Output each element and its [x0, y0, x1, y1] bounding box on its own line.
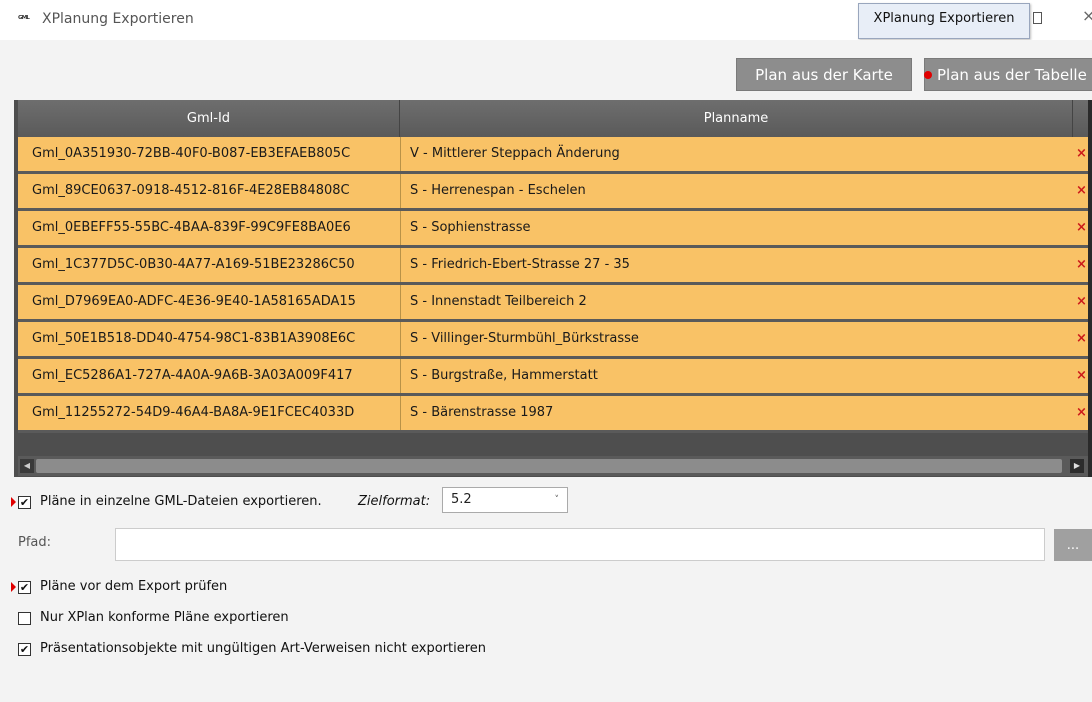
remove-row-icon[interactable]: ×: [1076, 174, 1090, 208]
table-row[interactable]: Gml_D7969EA0-ADFC-4E36-9E40-1A58165ADA15…: [18, 285, 1088, 322]
planname-cell: S - Bärenstrasse 1987: [410, 405, 554, 420]
planname-cell: S - Herrenespan - Eschelen: [410, 183, 586, 198]
export-single-files-label: Pläne in einzelne GML-Dateien exportiere…: [40, 494, 322, 509]
close-icon[interactable]: ×: [1082, 6, 1092, 25]
zielformat-select[interactable]: 5.2 ˅: [442, 487, 568, 513]
table-row[interactable]: Gml_EC5286A1-727A-4A0A-9A6B-3A03A009F417…: [18, 359, 1088, 396]
column-divider: [400, 248, 401, 282]
scroll-right-icon[interactable]: ▶: [1070, 459, 1084, 473]
gml-id-cell: Gml_0EBEFF55-55BC-4BAA-839F-99C9FE8BA0E6: [32, 220, 351, 235]
column-header-remove: [1073, 100, 1088, 137]
remove-row-icon[interactable]: ×: [1076, 248, 1090, 282]
pfad-label: Pfad:: [18, 535, 52, 550]
remove-row-icon[interactable]: ×: [1076, 322, 1090, 356]
only-conform-label: Nur XPlan konforme Pläne exportieren: [40, 610, 289, 625]
path-input[interactable]: [115, 528, 1045, 561]
planname-cell: S - Innenstadt Teilbereich 2: [410, 294, 587, 309]
table-row[interactable]: Gml_0A351930-72BB-40F0-B087-EB3EFAEB805C…: [18, 137, 1088, 174]
maximize-icon[interactable]: [1033, 12, 1042, 24]
horizontal-scrollbar[interactable]: ◀ ▶: [18, 456, 1088, 476]
only-conform-checkbox[interactable]: [18, 612, 31, 625]
table-header: Gml-Id Planname: [18, 100, 1088, 137]
gml-id-cell: Gml_50E1B518-DD40-4754-98C1-83B1A3908E6C: [32, 331, 356, 346]
remove-row-icon[interactable]: ×: [1076, 359, 1090, 393]
column-divider: [400, 137, 401, 171]
column-divider: [400, 359, 401, 393]
plan-table: Gml-Id Planname Gml_0A351930-72BB-40F0-B…: [14, 100, 1092, 477]
scroll-left-icon[interactable]: ◀: [20, 459, 34, 473]
column-header-planname[interactable]: Planname: [400, 100, 1073, 137]
tooltip: XPlanung Exportieren: [858, 3, 1030, 39]
title-bar: ᴳᴹᴸ XPlanung Exportieren XPlanung Export…: [0, 0, 1092, 40]
gml-id-cell: Gml_D7969EA0-ADFC-4E36-9E40-1A58165ADA15: [32, 294, 356, 309]
validate-before-export-checkbox[interactable]: ✔: [18, 581, 31, 594]
table-row[interactable]: Gml_89CE0637-0918-4512-816F-4E28EB84808C…: [18, 174, 1088, 211]
column-divider: [400, 211, 401, 245]
column-divider: [400, 322, 401, 356]
remove-row-icon[interactable]: ×: [1076, 137, 1090, 171]
plan-from-map-button[interactable]: Plan aus der Karte: [736, 58, 912, 91]
gml-id-cell: Gml_89CE0637-0918-4512-816F-4E28EB84808C: [32, 183, 350, 198]
skip-invalid-presentation-checkbox[interactable]: ✔: [18, 643, 31, 656]
column-divider: [400, 285, 401, 319]
planname-cell: S - Villinger-Sturmbühl_Bürkstrasse: [410, 331, 639, 346]
planname-cell: S - Friedrich-Ebert-Strasse 27 - 35: [410, 257, 630, 272]
planname-cell: S - Burgstraße, Hammerstatt: [410, 368, 598, 383]
chevron-down-icon: ˅: [554, 495, 560, 505]
zielformat-value: 5.2: [451, 492, 472, 507]
gml-id-cell: Gml_EC5286A1-727A-4A0A-9A6B-3A03A009F417: [32, 368, 353, 383]
scrollbar-thumb[interactable]: [36, 459, 1062, 473]
plan-from-table-button[interactable]: Plan aus der Tabelle: [924, 58, 1092, 91]
required-indicator-dot: [924, 71, 932, 79]
skip-invalid-presentation-label: Präsentationsobjekte mit ungültigen Art-…: [40, 641, 487, 656]
gml-id-cell: Gml_0A351930-72BB-40F0-B087-EB3EFAEB805C: [32, 146, 351, 161]
required-marker: [11, 582, 16, 592]
table-row[interactable]: Gml_0EBEFF55-55BC-4BAA-839F-99C9FE8BA0E6…: [18, 211, 1088, 248]
table-row[interactable]: Gml_50E1B518-DD40-4754-98C1-83B1A3908E6C…: [18, 322, 1088, 359]
table-row[interactable]: Gml_11255272-54D9-46A4-BA8A-9E1FCEC4033D…: [18, 396, 1088, 433]
required-marker: [11, 497, 16, 507]
table-row[interactable]: Gml_1C377D5C-0B30-4A77-A169-51BE23286C50…: [18, 248, 1088, 285]
export-single-files-checkbox[interactable]: ✔: [18, 496, 31, 509]
window-title: XPlanung Exportieren: [42, 11, 194, 27]
validate-before-export-label: Pläne vor dem Export prüfen: [40, 579, 228, 594]
browse-button[interactable]: ...: [1054, 529, 1092, 561]
column-divider: [400, 174, 401, 208]
remove-row-icon[interactable]: ×: [1076, 285, 1090, 319]
planname-cell: V - Mittlerer Steppach Änderung: [410, 146, 620, 161]
remove-row-icon[interactable]: ×: [1076, 396, 1090, 430]
gml-id-cell: Gml_11255272-54D9-46A4-BA8A-9E1FCEC4033D: [32, 405, 355, 420]
gml-id-cell: Gml_1C377D5C-0B30-4A77-A169-51BE23286C50: [32, 257, 355, 272]
app-icon: ᴳᴹᴸ: [18, 15, 30, 25]
zielformat-label: Zielformat:: [358, 494, 431, 509]
column-header-gml-id[interactable]: Gml-Id: [18, 100, 400, 137]
column-divider: [400, 396, 401, 430]
planname-cell: S - Sophienstrasse: [410, 220, 531, 235]
remove-row-icon[interactable]: ×: [1076, 211, 1090, 245]
